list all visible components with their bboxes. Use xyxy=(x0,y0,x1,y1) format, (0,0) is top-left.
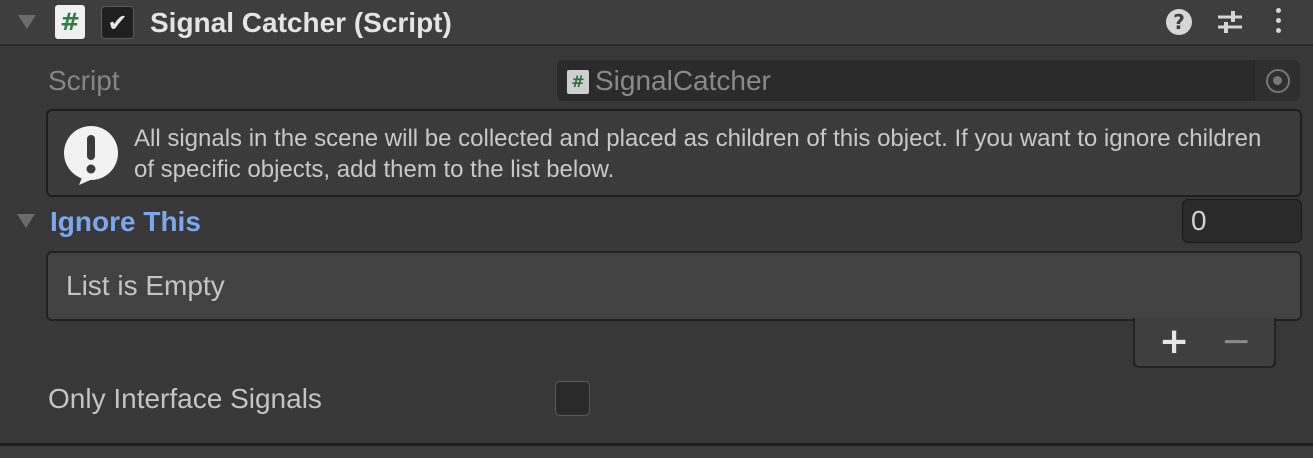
ignore-list-body: List is Empty xyxy=(46,251,1302,321)
presets-sliders-icon[interactable] xyxy=(1216,8,1244,36)
kebab-menu-icon[interactable] xyxy=(1268,8,1288,38)
collapse-triangle-icon[interactable] xyxy=(18,15,36,29)
list-empty-text: List is Empty xyxy=(66,270,225,301)
only-interface-signals-checkbox[interactable] xyxy=(555,381,590,416)
ignore-list-foldout-icon[interactable] xyxy=(17,214,35,228)
remove-element-button[interactable]: − xyxy=(1221,322,1251,362)
script-label: Script xyxy=(48,65,120,96)
script-field-value: SignalCatcher xyxy=(595,65,771,96)
script-icon: # xyxy=(55,5,85,39)
ignore-list-label[interactable]: Ignore This xyxy=(50,203,201,241)
object-picker-button[interactable] xyxy=(1254,60,1300,101)
script-file-icon: # xyxy=(567,70,589,94)
script-file-icon-glyph: # xyxy=(571,72,585,91)
component-header: # ✔ Signal Catcher (Script) ? xyxy=(0,0,1313,46)
ignore-list-size-field[interactable]: 0 xyxy=(1182,199,1302,243)
exclamation-speech-bubble-icon xyxy=(64,126,118,185)
list-footer-buttons: + − xyxy=(1133,318,1276,368)
object-picker-icon xyxy=(1265,68,1290,93)
help-icon[interactable]: ? xyxy=(1166,9,1192,35)
component-enabled-checkbox[interactable]: ✔ xyxy=(101,6,134,39)
script-icon-glyph: # xyxy=(59,8,81,36)
add-element-button[interactable]: + xyxy=(1159,322,1189,362)
only-interface-signals-label: Only Interface Signals xyxy=(48,383,322,414)
component-title: Signal Catcher (Script) xyxy=(150,7,452,38)
helpbox-message: All signals in the scene will be collect… xyxy=(134,125,1262,183)
next-component-strip xyxy=(0,446,1313,458)
info-helpbox: All signals in the scene will be collect… xyxy=(46,109,1302,197)
script-object-field[interactable]: # SignalCatcher xyxy=(556,59,1301,102)
